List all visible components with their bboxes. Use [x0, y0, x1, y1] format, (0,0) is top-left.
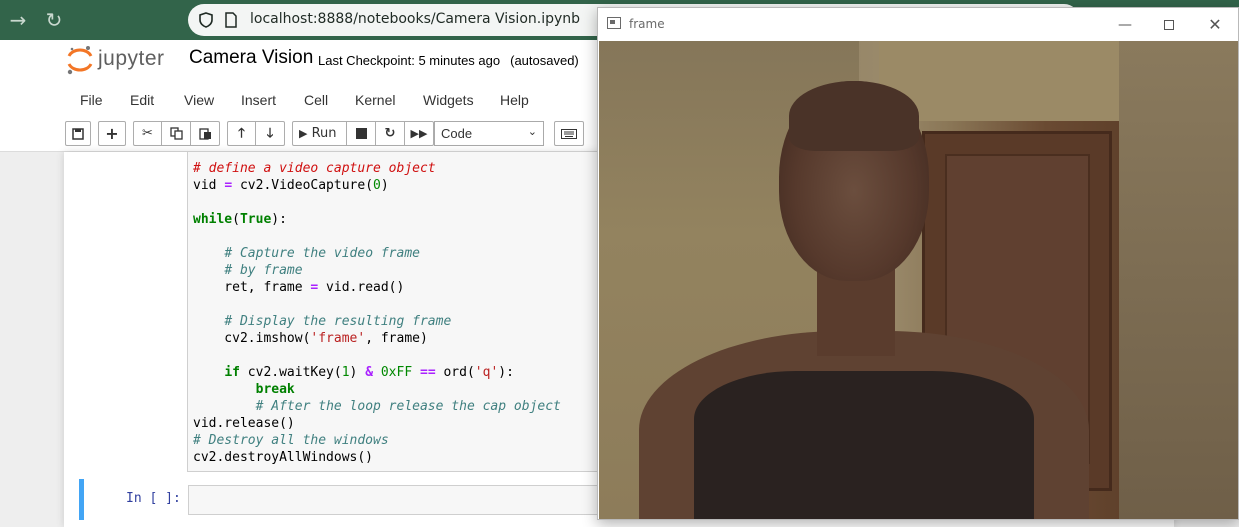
run-button[interactable]: ▶ Run	[292, 121, 347, 146]
window-app-icon	[607, 17, 621, 29]
code-line: while(True):	[193, 212, 287, 227]
menu-file[interactable]: File	[80, 92, 103, 108]
maximize-icon[interactable]	[1156, 14, 1182, 36]
move-down-button[interactable]: 🡓	[256, 121, 285, 146]
jupyter-logo[interactable]: jupyter	[66, 44, 176, 76]
video-person-hair	[789, 81, 919, 151]
code-line: cv2.destroyAllWindows()	[193, 450, 374, 465]
menu-edit[interactable]: Edit	[130, 92, 154, 108]
code-line: if cv2.waitKey(1) & 0xFF == ord('q'):	[224, 365, 514, 380]
menu-help[interactable]: Help	[500, 92, 529, 108]
frame-window[interactable]: frame — ✕	[597, 7, 1239, 520]
paste-icon	[198, 128, 211, 140]
restart-button[interactable]: ↻	[376, 121, 405, 146]
run-label: Run	[311, 126, 337, 141]
menu-insert[interactable]: Insert	[241, 92, 276, 108]
frame-window-title: frame	[629, 17, 665, 31]
cell-type-value: Code	[441, 126, 473, 141]
play-icon: ▶	[299, 127, 308, 140]
jupyter-logo-text: jupyter	[98, 47, 165, 70]
shield-icon	[199, 12, 213, 28]
move-up-button[interactable]: 🡑	[227, 121, 256, 146]
webcam-video-feed	[599, 41, 1238, 519]
code-line: cv2.imshow('frame', frame)	[193, 331, 428, 346]
checkpoint-status: Last Checkpoint: 5 minutes ago (autosaved…	[318, 53, 579, 68]
page-icon	[225, 12, 237, 28]
fast-forward-icon: ▶▶	[410, 127, 428, 140]
code-line: ret, frame = vid.read()	[193, 280, 405, 295]
command-palette-button[interactable]	[554, 121, 584, 146]
copy-button[interactable]	[162, 121, 191, 146]
notebook-title[interactable]: Camera Vision	[189, 47, 313, 69]
code-line: vid = cv2.VideoCapture(0)	[193, 178, 389, 193]
reload-icon[interactable]: ↻	[42, 8, 66, 32]
arrow-up-icon: 🡑	[238, 126, 245, 141]
video-person-top	[694, 371, 1034, 519]
frame-titlebar[interactable]: frame — ✕	[598, 8, 1238, 41]
copy-icon	[169, 127, 183, 140]
restart-run-all-button[interactable]: ▶▶	[405, 121, 434, 146]
jupyter-logo-icon	[67, 46, 93, 75]
stop-icon	[355, 128, 367, 139]
cut-button[interactable]: ✂	[133, 121, 162, 146]
menubar: File Edit View Insert Cell Kernel Widget…	[65, 87, 665, 114]
close-icon[interactable]: ✕	[1202, 14, 1228, 36]
code-line: # define a video capture object	[193, 161, 436, 176]
checkpoint-text: Last Checkpoint: 5 minutes ago	[318, 53, 501, 68]
plus-icon: +	[105, 124, 119, 143]
forward-arrow-icon[interactable]: →	[6, 8, 30, 32]
menu-cell[interactable]: Cell	[304, 92, 328, 108]
autosave-status: (autosaved)	[510, 53, 579, 68]
cell-type-select[interactable]: Code ⌄	[434, 121, 544, 146]
code-line: # Display the resulting frame	[224, 314, 452, 329]
interrupt-button[interactable]	[347, 121, 376, 146]
url-text[interactable]: localhost:8888/notebooks/Camera Vision.i…	[250, 11, 580, 27]
restart-icon: ↻	[384, 126, 396, 141]
chevron-down-icon: ⌄	[527, 126, 537, 138]
code-line: # Capture the video frame	[224, 246, 420, 261]
minimize-icon[interactable]: —	[1112, 14, 1138, 36]
menu-view[interactable]: View	[184, 92, 214, 108]
save-button[interactable]	[65, 121, 91, 146]
code-line: # by frame	[224, 263, 303, 278]
paste-button[interactable]	[191, 121, 220, 146]
code-cell-content[interactable]: # define a video capture object vid = cv…	[193, 160, 561, 466]
save-icon	[72, 128, 84, 140]
menu-widgets[interactable]: Widgets	[423, 92, 474, 108]
insert-cell-button[interactable]: +	[98, 121, 126, 146]
menu-kernel[interactable]: Kernel	[355, 92, 395, 108]
code-line: # After the loop release the cap object	[255, 399, 561, 414]
video-wall-right	[1119, 41, 1238, 519]
empty-cell-editor[interactable]	[188, 485, 608, 515]
code-line: # Destroy all the windows	[193, 433, 389, 448]
scissors-icon: ✂	[142, 126, 153, 141]
arrow-down-icon: 🡓	[266, 126, 274, 141]
code-line: break	[255, 382, 295, 397]
input-prompt: In [ ]:	[126, 491, 181, 506]
keyboard-icon	[561, 129, 577, 139]
code-line: vid.release()	[193, 416, 295, 431]
